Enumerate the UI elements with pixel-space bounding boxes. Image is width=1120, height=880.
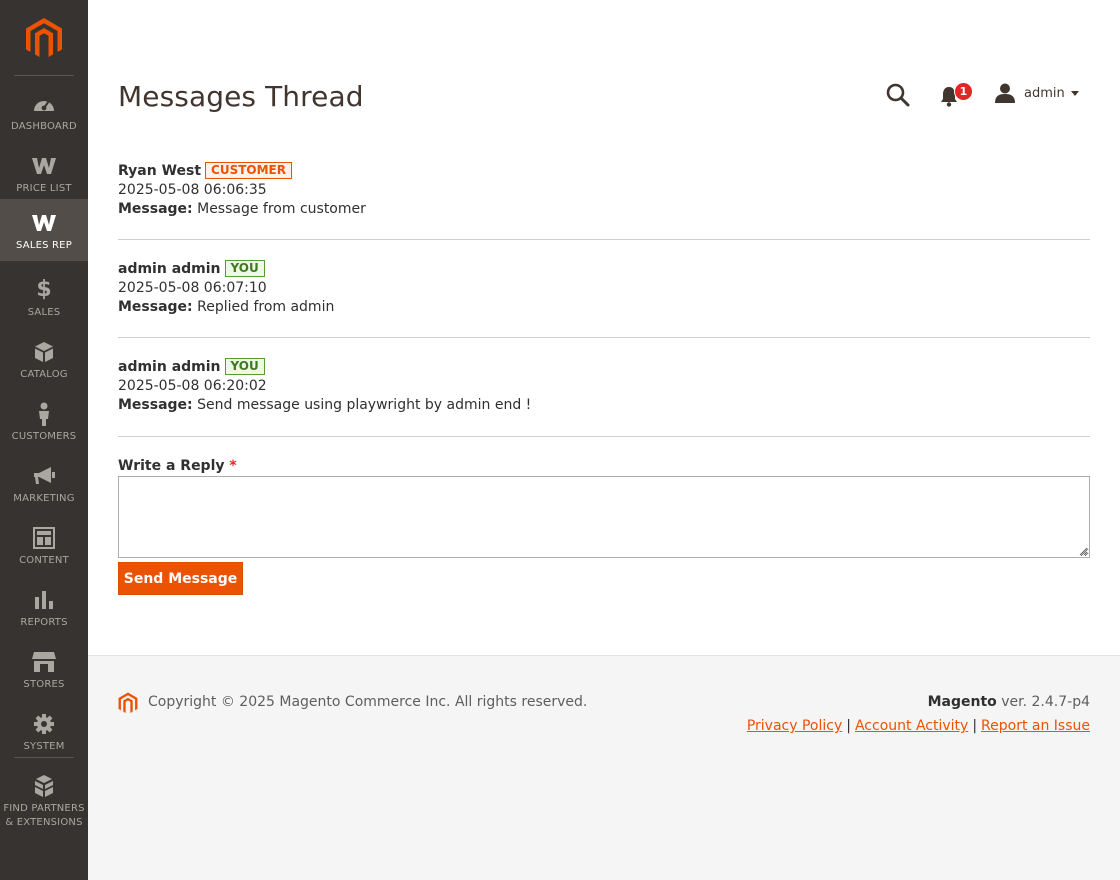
gear-icon — [31, 712, 57, 736]
sidebar-item-catalog[interactable]: CATALOG — [0, 328, 88, 390]
message-author: Ryan West — [118, 163, 202, 179]
megaphone-icon — [31, 464, 57, 488]
required-marker: * — [229, 458, 237, 474]
sidebar-item-sales-rep[interactable]: SALES REP — [0, 199, 88, 261]
message-divider — [118, 436, 1090, 437]
customer-badge: CUSTOMER — [205, 162, 292, 179]
sidebar-divider — [14, 757, 74, 758]
message-timestamp: 2025-05-08 06:07:10 — [118, 280, 267, 296]
copyright-text: Copyright © 2025 Magento Commerce Inc. A… — [148, 694, 588, 710]
person-icon — [31, 402, 57, 426]
global-search-button[interactable] — [885, 82, 911, 108]
chevron-down-icon — [1070, 90, 1079, 96]
message-item: admin admin YOU 2025-05-08 06:07:10 Messa… — [118, 260, 1090, 317]
magento-logo[interactable] — [0, 0, 88, 76]
sidebar-item-system[interactable]: SYSTEM — [0, 700, 88, 762]
user-account-menu[interactable]: admin — [994, 81, 1079, 105]
reply-textarea[interactable] — [118, 476, 1090, 558]
reply-field-label: Write a Reply * — [118, 458, 237, 474]
price-list-icon — [31, 154, 57, 178]
footer-links: Privacy Policy | Account Activity | Report a… — [747, 718, 1090, 734]
sidebar-item-marketing[interactable]: MARKETING — [0, 452, 88, 514]
brand-name: Magento — [927, 694, 997, 710]
sidebar-item-label: CUSTOMERS — [11, 431, 77, 442]
message-author: admin admin — [118, 359, 221, 375]
resize-handle-icon[interactable] — [1078, 546, 1088, 556]
notification-count-badge: 1 — [954, 82, 973, 101]
message-item: admin admin YOU 2025-05-08 06:20:02 Messa… — [118, 358, 1090, 415]
sales-rep-icon — [31, 211, 57, 235]
sidebar-item-label: DASHBOARD — [11, 121, 77, 132]
link-separator: | — [846, 718, 851, 734]
sidebar-item-label: SALES REP — [16, 240, 72, 251]
privacy-policy-link[interactable]: Privacy Policy — [747, 718, 842, 734]
message-author: admin admin — [118, 261, 221, 277]
message-item: Ryan West CUSTOMER 2025-05-08 06:06:35 Me… — [118, 162, 1090, 219]
message-text: Send message using playwright by admin e… — [197, 397, 532, 413]
message-label: Message: — [118, 397, 193, 413]
user-name: admin — [1024, 85, 1065, 101]
message-text: Replied from admin — [197, 299, 335, 315]
sidebar-item-label: STORES — [23, 679, 65, 690]
version-info: Magento ver. 2.4.7-p4 — [928, 694, 1090, 710]
sidebar-item-content[interactable]: CONTENT — [0, 514, 88, 576]
store-icon — [31, 650, 57, 674]
sidebar-item-label: SALES — [27, 307, 61, 318]
magento-logo-icon — [118, 692, 138, 713]
dollar-icon: $ — [36, 277, 52, 302]
sidebar-divider — [14, 75, 74, 76]
you-badge: YOU — [224, 260, 265, 277]
you-badge: YOU — [224, 358, 265, 375]
sidebar-item-label: SYSTEM — [23, 741, 65, 752]
send-message-button[interactable]: Send Message — [118, 562, 243, 595]
link-separator: | — [972, 718, 978, 734]
version-text: ver. 2.4.7-p4 — [1001, 694, 1090, 710]
layout-icon — [31, 526, 57, 550]
message-label: Message: — [118, 299, 193, 315]
sidebar-item-stores[interactable]: STORES — [0, 638, 88, 700]
sidebar-item-label: MARKETING — [13, 493, 75, 504]
admin-sidebar: DASHBOARD PRICE LIST SALES REP $ SALES C… — [0, 0, 88, 880]
bar-chart-icon — [31, 588, 57, 612]
sidebar-item-label: CATALOG — [20, 369, 68, 380]
sidebar-item-price-list[interactable]: PRICE LIST — [0, 142, 88, 204]
sidebar-item-dashboard[interactable]: DASHBOARD — [0, 80, 88, 142]
message-divider — [118, 337, 1090, 338]
dashboard-icon — [31, 92, 57, 116]
sidebar-item-find-partners[interactable]: FIND PARTNERS & EXTENSIONS — [0, 762, 88, 832]
search-icon — [886, 83, 910, 107]
cube-icon — [31, 340, 57, 364]
report-issue-link[interactable]: Report an Issue — [981, 718, 1090, 734]
message-timestamp: 2025-05-08 06:20:02 — [118, 378, 267, 394]
sidebar-item-reports[interactable]: REPORTS — [0, 576, 88, 638]
user-icon — [995, 83, 1015, 103]
message-timestamp: 2025-05-08 06:06:35 — [118, 182, 267, 198]
blocks-icon — [31, 774, 57, 798]
sidebar-item-label: FIND PARTNERS & EXTENSIONS — [3, 803, 85, 828]
sidebar-item-sales[interactable]: $ SALES — [0, 266, 88, 328]
sidebar-item-label: CONTENT — [19, 555, 69, 566]
sidebar-item-customers[interactable]: CUSTOMERS — [0, 390, 88, 452]
page-footer: Copyright © 2025 Magento Commerce Inc. A… — [88, 655, 1120, 880]
message-text: Message from customer — [197, 201, 366, 217]
message-divider — [118, 239, 1090, 240]
sidebar-item-label: REPORTS — [20, 617, 68, 628]
page-title: Messages Thread — [118, 80, 364, 113]
account-activity-link[interactable]: Account Activity — [855, 718, 968, 734]
sidebar-item-label: PRICE LIST — [16, 183, 72, 194]
reply-label-text: Write a Reply — [118, 458, 225, 474]
notifications-button[interactable]: 1 — [938, 82, 974, 108]
magento-logo-icon — [26, 18, 62, 57]
message-label: Message: — [118, 201, 193, 217]
